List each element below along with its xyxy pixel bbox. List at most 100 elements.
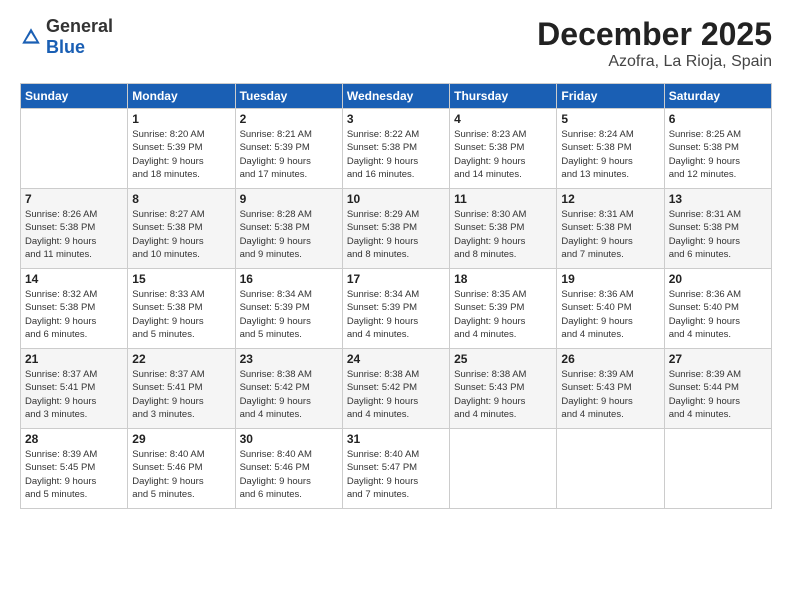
day-info: Sunrise: 8:26 AM Sunset: 5:38 PM Dayligh… bbox=[25, 208, 123, 261]
logo-blue: Blue bbox=[46, 37, 85, 57]
day-info: Sunrise: 8:30 AM Sunset: 5:38 PM Dayligh… bbox=[454, 208, 552, 261]
calendar-header-row: SundayMondayTuesdayWednesdayThursdayFrid… bbox=[21, 84, 772, 109]
week-row-0: 1Sunrise: 8:20 AM Sunset: 5:39 PM Daylig… bbox=[21, 109, 772, 189]
day-info: Sunrise: 8:34 AM Sunset: 5:39 PM Dayligh… bbox=[240, 288, 338, 341]
page: General Blue December 2025 Azofra, La Ri… bbox=[0, 0, 792, 612]
day-number: 12 bbox=[561, 192, 659, 206]
calendar-table: SundayMondayTuesdayWednesdayThursdayFrid… bbox=[20, 83, 772, 509]
day-number: 2 bbox=[240, 112, 338, 126]
week-row-2: 14 Sunrise: 8:32 AM Sunset: 5:38 PM Dayli… bbox=[21, 269, 772, 349]
calendar-cell: 30 Sunrise: 8:40 AM Sunset: 5:46 PM Dayli… bbox=[235, 429, 342, 509]
day-number: 21 bbox=[25, 352, 123, 366]
day-number: 28 bbox=[25, 432, 123, 446]
header: General Blue December 2025 Azofra, La Ri… bbox=[20, 16, 772, 71]
day-info: Sunrise: 8:32 AM Sunset: 5:38 PM Dayligh… bbox=[25, 288, 123, 341]
day-number: 11 bbox=[454, 192, 552, 206]
day-number: 31 bbox=[347, 432, 445, 446]
calendar-cell: 2 Sunrise: 8:21 AM Sunset: 5:39 PM Daylig… bbox=[235, 109, 342, 189]
day-number: 15 bbox=[132, 272, 230, 286]
calendar-cell: 7 Sunrise: 8:26 AM Sunset: 5:38 PM Daylig… bbox=[21, 189, 128, 269]
day-info: Sunrise: 8:38 AM Sunset: 5:43 PM Dayligh… bbox=[454, 368, 552, 421]
day-number: 5 bbox=[561, 112, 659, 126]
col-header-thursday: Thursday bbox=[450, 84, 557, 109]
day-info: Sunrise: 8:29 AM Sunset: 5:38 PM Dayligh… bbox=[347, 208, 445, 261]
day-number: 17 bbox=[347, 272, 445, 286]
logo-icon bbox=[20, 26, 42, 48]
logo: General Blue bbox=[20, 16, 113, 58]
calendar-cell: 17 Sunrise: 8:34 AM Sunset: 5:39 PM Dayli… bbox=[342, 269, 449, 349]
day-number: 10 bbox=[347, 192, 445, 206]
col-header-monday: Monday bbox=[128, 84, 235, 109]
day-info: Sunrise: 8:37 AM Sunset: 5:41 PM Dayligh… bbox=[132, 368, 230, 421]
day-info: Sunrise: 8:34 AM Sunset: 5:39 PM Dayligh… bbox=[347, 288, 445, 341]
day-info: Sunrise: 8:39 AM Sunset: 5:43 PM Dayligh… bbox=[561, 368, 659, 421]
calendar-cell: 8Sunrise: 8:27 AM Sunset: 5:38 PM Daylig… bbox=[128, 189, 235, 269]
calendar-cell: 22 Sunrise: 8:37 AM Sunset: 5:41 PM Dayli… bbox=[128, 349, 235, 429]
day-info: Sunrise: 8:21 AM Sunset: 5:39 PM Dayligh… bbox=[240, 128, 338, 181]
calendar-cell: 24Sunrise: 8:38 AM Sunset: 5:42 PM Dayli… bbox=[342, 349, 449, 429]
day-number: 1 bbox=[132, 112, 230, 126]
day-number: 9 bbox=[240, 192, 338, 206]
day-info: Sunrise: 8:40 AM Sunset: 5:46 PM Dayligh… bbox=[240, 448, 338, 501]
day-number: 16 bbox=[240, 272, 338, 286]
day-info: Sunrise: 8:35 AM Sunset: 5:39 PM Dayligh… bbox=[454, 288, 552, 341]
day-info: Sunrise: 8:38 AM Sunset: 5:42 PM Dayligh… bbox=[240, 368, 338, 421]
calendar-cell: 15Sunrise: 8:33 AM Sunset: 5:38 PM Dayli… bbox=[128, 269, 235, 349]
day-number: 20 bbox=[669, 272, 767, 286]
col-header-saturday: Saturday bbox=[664, 84, 771, 109]
day-number: 13 bbox=[669, 192, 767, 206]
col-header-wednesday: Wednesday bbox=[342, 84, 449, 109]
calendar-cell: 4 Sunrise: 8:23 AM Sunset: 5:38 PM Daylig… bbox=[450, 109, 557, 189]
day-number: 27 bbox=[669, 352, 767, 366]
day-info: Sunrise: 8:39 AM Sunset: 5:45 PM Dayligh… bbox=[25, 448, 123, 501]
day-info: Sunrise: 8:40 AM Sunset: 5:46 PM Dayligh… bbox=[132, 448, 230, 501]
day-number: 4 bbox=[454, 112, 552, 126]
day-number: 7 bbox=[25, 192, 123, 206]
day-number: 18 bbox=[454, 272, 552, 286]
calendar-cell: 9 Sunrise: 8:28 AM Sunset: 5:38 PM Daylig… bbox=[235, 189, 342, 269]
calendar-cell: 21 Sunrise: 8:37 AM Sunset: 5:41 PM Dayli… bbox=[21, 349, 128, 429]
day-info: Sunrise: 8:39 AM Sunset: 5:44 PM Dayligh… bbox=[669, 368, 767, 421]
day-info: Sunrise: 8:36 AM Sunset: 5:40 PM Dayligh… bbox=[669, 288, 767, 341]
day-number: 30 bbox=[240, 432, 338, 446]
day-info: Sunrise: 8:22 AM Sunset: 5:38 PM Dayligh… bbox=[347, 128, 445, 181]
calendar-cell: 20 Sunrise: 8:36 AM Sunset: 5:40 PM Dayli… bbox=[664, 269, 771, 349]
calendar-cell: 27 Sunrise: 8:39 AM Sunset: 5:44 PM Dayli… bbox=[664, 349, 771, 429]
calendar-cell: 3Sunrise: 8:22 AM Sunset: 5:38 PM Daylig… bbox=[342, 109, 449, 189]
day-number: 29 bbox=[132, 432, 230, 446]
logo-text: General Blue bbox=[46, 16, 113, 58]
day-info: Sunrise: 8:25 AM Sunset: 5:38 PM Dayligh… bbox=[669, 128, 767, 181]
day-info: Sunrise: 8:37 AM Sunset: 5:41 PM Dayligh… bbox=[25, 368, 123, 421]
calendar-cell: 16 Sunrise: 8:34 AM Sunset: 5:39 PM Dayli… bbox=[235, 269, 342, 349]
title-location: Azofra, La Rioja, Spain bbox=[537, 53, 772, 71]
calendar-cell: 5Sunrise: 8:24 AM Sunset: 5:38 PM Daylig… bbox=[557, 109, 664, 189]
col-header-friday: Friday bbox=[557, 84, 664, 109]
day-number: 6 bbox=[669, 112, 767, 126]
day-number: 23 bbox=[240, 352, 338, 366]
calendar-cell: 14 Sunrise: 8:32 AM Sunset: 5:38 PM Dayli… bbox=[21, 269, 128, 349]
week-row-4: 28 Sunrise: 8:39 AM Sunset: 5:45 PM Dayli… bbox=[21, 429, 772, 509]
calendar-cell: 23 Sunrise: 8:38 AM Sunset: 5:42 PM Dayli… bbox=[235, 349, 342, 429]
day-number: 22 bbox=[132, 352, 230, 366]
day-info: Sunrise: 8:31 AM Sunset: 5:38 PM Dayligh… bbox=[669, 208, 767, 261]
day-info: Sunrise: 8:23 AM Sunset: 5:38 PM Dayligh… bbox=[454, 128, 552, 181]
title-block: December 2025 Azofra, La Rioja, Spain bbox=[537, 16, 772, 71]
calendar-cell: 11 Sunrise: 8:30 AM Sunset: 5:38 PM Dayli… bbox=[450, 189, 557, 269]
calendar-cell: 31 Sunrise: 8:40 AM Sunset: 5:47 PM Dayli… bbox=[342, 429, 449, 509]
day-info: Sunrise: 8:36 AM Sunset: 5:40 PM Dayligh… bbox=[561, 288, 659, 341]
day-number: 19 bbox=[561, 272, 659, 286]
day-info: Sunrise: 8:28 AM Sunset: 5:38 PM Dayligh… bbox=[240, 208, 338, 261]
calendar-cell: 6 Sunrise: 8:25 AM Sunset: 5:38 PM Daylig… bbox=[664, 109, 771, 189]
week-row-1: 7 Sunrise: 8:26 AM Sunset: 5:38 PM Daylig… bbox=[21, 189, 772, 269]
day-info: Sunrise: 8:38 AM Sunset: 5:42 PM Dayligh… bbox=[347, 368, 445, 421]
day-number: 14 bbox=[25, 272, 123, 286]
day-number: 8 bbox=[132, 192, 230, 206]
calendar-cell: 12 Sunrise: 8:31 AM Sunset: 5:38 PM Dayli… bbox=[557, 189, 664, 269]
calendar-cell: 26Sunrise: 8:39 AM Sunset: 5:43 PM Dayli… bbox=[557, 349, 664, 429]
calendar-cell: 10 Sunrise: 8:29 AM Sunset: 5:38 PM Dayli… bbox=[342, 189, 449, 269]
calendar-cell: 19 Sunrise: 8:36 AM Sunset: 5:40 PM Dayli… bbox=[557, 269, 664, 349]
col-header-tuesday: Tuesday bbox=[235, 84, 342, 109]
day-info: Sunrise: 8:40 AM Sunset: 5:47 PM Dayligh… bbox=[347, 448, 445, 501]
calendar-cell: 1Sunrise: 8:20 AM Sunset: 5:39 PM Daylig… bbox=[128, 109, 235, 189]
day-info: Sunrise: 8:31 AM Sunset: 5:38 PM Dayligh… bbox=[561, 208, 659, 261]
